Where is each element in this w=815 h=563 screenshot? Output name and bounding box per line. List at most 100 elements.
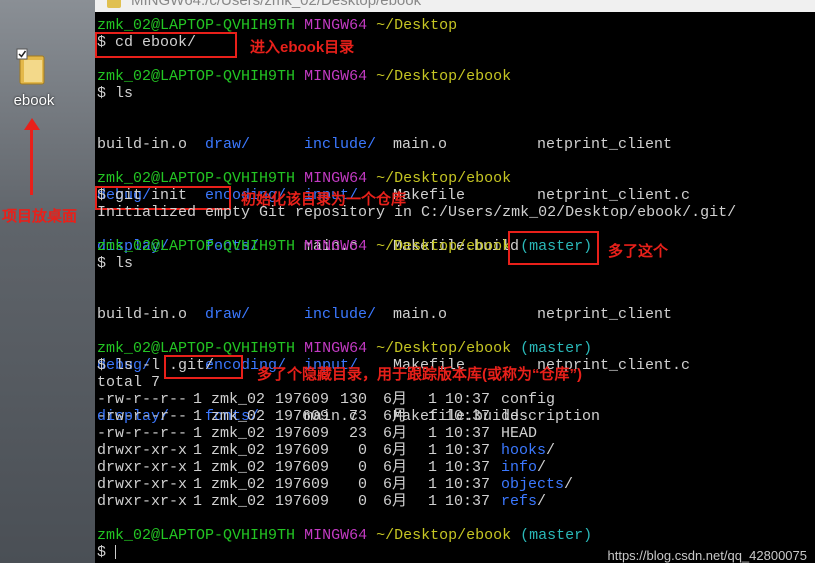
- command-input-line[interactable]: $: [97, 544, 124, 561]
- ls-l-dir-slash: /: [546, 442, 556, 459]
- prompt-branch: (master): [520, 340, 593, 357]
- ls-l-day: 1: [428, 425, 438, 442]
- ls-l-month: 6月: [383, 442, 408, 459]
- desktop-folder-label[interactable]: ebook: [0, 92, 68, 109]
- ls-l-month: 6月: [383, 459, 408, 476]
- ls-l-group: 197609: [275, 408, 330, 425]
- ls-l-day: 1: [428, 408, 438, 425]
- ls-l-time: 10:37: [445, 459, 491, 476]
- prompt-user-host: zmk_02@LAPTOP-QVHIH9TH: [97, 238, 296, 255]
- folder-icon[interactable]: [16, 48, 48, 86]
- annotation-box-master: [508, 231, 599, 265]
- ls-entry: build-in.o: [97, 306, 188, 323]
- command-line: $ ls: [97, 255, 134, 272]
- ls-l-row: drwxr-xr-x 1 zmk_02 197609 0 6月 1 10:37 hooks/: [95, 442, 815, 459]
- ls-l-owner: zmk_02: [211, 425, 266, 442]
- window-title: MINGW64:/c/Users/zmk_02/Desktop/ebook: [131, 0, 422, 9]
- ls-entry: main.o: [393, 306, 448, 323]
- ls-l-dir-slash: /: [537, 493, 547, 510]
- ls-l-name: config: [501, 391, 556, 408]
- ls-l-day: 1: [428, 476, 438, 493]
- text-cursor: [115, 545, 124, 560]
- prompt-path: ~/Desktop/ebook: [376, 527, 512, 544]
- ls-l-size: 0: [357, 476, 367, 493]
- ls-l-size: 0: [357, 459, 367, 476]
- watermark: https://blog.csdn.net/qq_42800075: [607, 548, 808, 563]
- ls-l-perm: drwxr-xr-x: [97, 459, 188, 476]
- prompt-system: MINGW64: [304, 17, 368, 34]
- terminal-titlebar[interactable]: MINGW64:/c/Users/zmk_02/Desktop/ebook: [95, 0, 815, 12]
- ls-l-size: 23: [348, 425, 367, 442]
- ls-entry: netprint_client.c: [537, 187, 691, 204]
- ls-l-month: 6月: [383, 493, 408, 510]
- ls-l-day: 1: [428, 459, 438, 476]
- prompt-path: ~/Desktop/ebook: [376, 238, 512, 255]
- ls-l-row: drwxr-xr-x 1 zmk_02 197609 0 6月 1 10:37 refs/: [95, 493, 815, 510]
- prompt-line: zmk_02@LAPTOP-QVHIH9TH MINGW64 ~/Desktop…: [97, 170, 511, 187]
- ls-l-size: 0: [357, 442, 367, 459]
- ls-l-day: 1: [428, 391, 438, 408]
- ls-entry: include/: [304, 306, 377, 323]
- prompt-path: ~/Desktop/ebook: [376, 68, 512, 85]
- terminal-window[interactable]: zmk_02@LAPTOP-QVHIH9TH MINGW64 ~/Desktop…: [95, 12, 815, 563]
- prompt-system: MINGW64: [304, 340, 368, 357]
- ls-l-month: 6月: [383, 476, 408, 493]
- ls-l-day: 1: [428, 442, 438, 459]
- ls-l-group: 197609: [275, 425, 330, 442]
- ls-l-month: 6月: [383, 408, 408, 425]
- ls-l-size: 73: [348, 408, 367, 425]
- ls-entry: draw/: [205, 306, 251, 323]
- ls-l-month: 6月: [383, 425, 408, 442]
- ls-l-name: description: [501, 408, 601, 425]
- ls-l-owner: zmk_02: [211, 476, 266, 493]
- ls-l-row: -rw-r--r-- 1 zmk_02 197609 73 6月 1 10:37 descrip…: [95, 408, 815, 425]
- ls-l-links: 1: [193, 493, 203, 510]
- ls-l-owner: zmk_02: [211, 408, 266, 425]
- ls-l-dir-name: refs: [501, 493, 538, 510]
- annotation-arrow: [30, 125, 33, 195]
- ls-entry: build-in.o: [97, 136, 188, 153]
- ls-entry: main.o: [393, 136, 448, 153]
- prompt-system: MINGW64: [304, 68, 368, 85]
- ls-l-time: 10:37: [445, 408, 491, 425]
- ls-l-month: 6月: [383, 391, 408, 408]
- ls-l-group: 197609: [275, 391, 330, 408]
- ls-column: main.o Makefile Makefile.build: [393, 102, 519, 289]
- annotation-master: 多了这个: [608, 243, 669, 260]
- annotation-box-git-dir: [164, 355, 243, 379]
- ls-l-dir-slash: /: [537, 459, 547, 476]
- prompt-branch: (master): [520, 527, 593, 544]
- ls-l-row: drwxr-xr-x 1 zmk_02 197609 0 6月 1 10:37 objects/: [95, 476, 815, 493]
- ls-l-perm: drwxr-xr-x: [97, 493, 188, 510]
- ls-l-links: 1: [193, 476, 203, 493]
- ls-l-perm: -rw-r--r--: [97, 391, 188, 408]
- prompt-path: ~/Desktop: [376, 17, 458, 34]
- command-output: Initialized empty Git repository in C:/U…: [97, 204, 737, 221]
- prompt-line: zmk_02@LAPTOP-QVHIH9TH MINGW64 ~/Desktop…: [97, 68, 511, 85]
- ls-l-group: 197609: [275, 459, 330, 476]
- prompt-user-host: zmk_02@LAPTOP-QVHIH9TH: [97, 527, 296, 544]
- ls-l-group: 197609: [275, 442, 330, 459]
- ls-l-owner: zmk_02: [211, 493, 266, 510]
- ls-l-row: drwxr-xr-x 1 zmk_02 197609 0 6月 1 10:37 info/: [95, 459, 815, 476]
- ls-l-perm: drwxr-xr-x: [97, 442, 188, 459]
- ls-l-time: 10:37: [445, 442, 491, 459]
- annotation-box-cd: [95, 32, 237, 58]
- command-output: total 7: [97, 374, 161, 391]
- desktop-annotation: 项目放桌面: [2, 208, 78, 225]
- command-line: $ ls: [97, 85, 134, 102]
- ls-l-dir-name: hooks: [501, 442, 547, 459]
- ls-l-time: 10:37: [445, 391, 491, 408]
- final-prompt: $: [97, 544, 116, 561]
- ls-l-dir-name: objects: [501, 476, 565, 493]
- ls-l-time: 10:37: [445, 493, 491, 510]
- ls-l-perm: -rw-r--r--: [97, 408, 188, 425]
- ls-l-name: refs/: [501, 493, 621, 510]
- ls-l-name: hooks/: [501, 442, 621, 459]
- ls-l-owner: zmk_02: [211, 442, 266, 459]
- ls-l-dir-name: info: [501, 459, 538, 476]
- ls-l-links: 1: [193, 425, 203, 442]
- ls-entry: Makefile: [393, 187, 466, 204]
- terminal-app-icon: [107, 0, 121, 8]
- ls-l-perm: drwxr-xr-x: [97, 476, 188, 493]
